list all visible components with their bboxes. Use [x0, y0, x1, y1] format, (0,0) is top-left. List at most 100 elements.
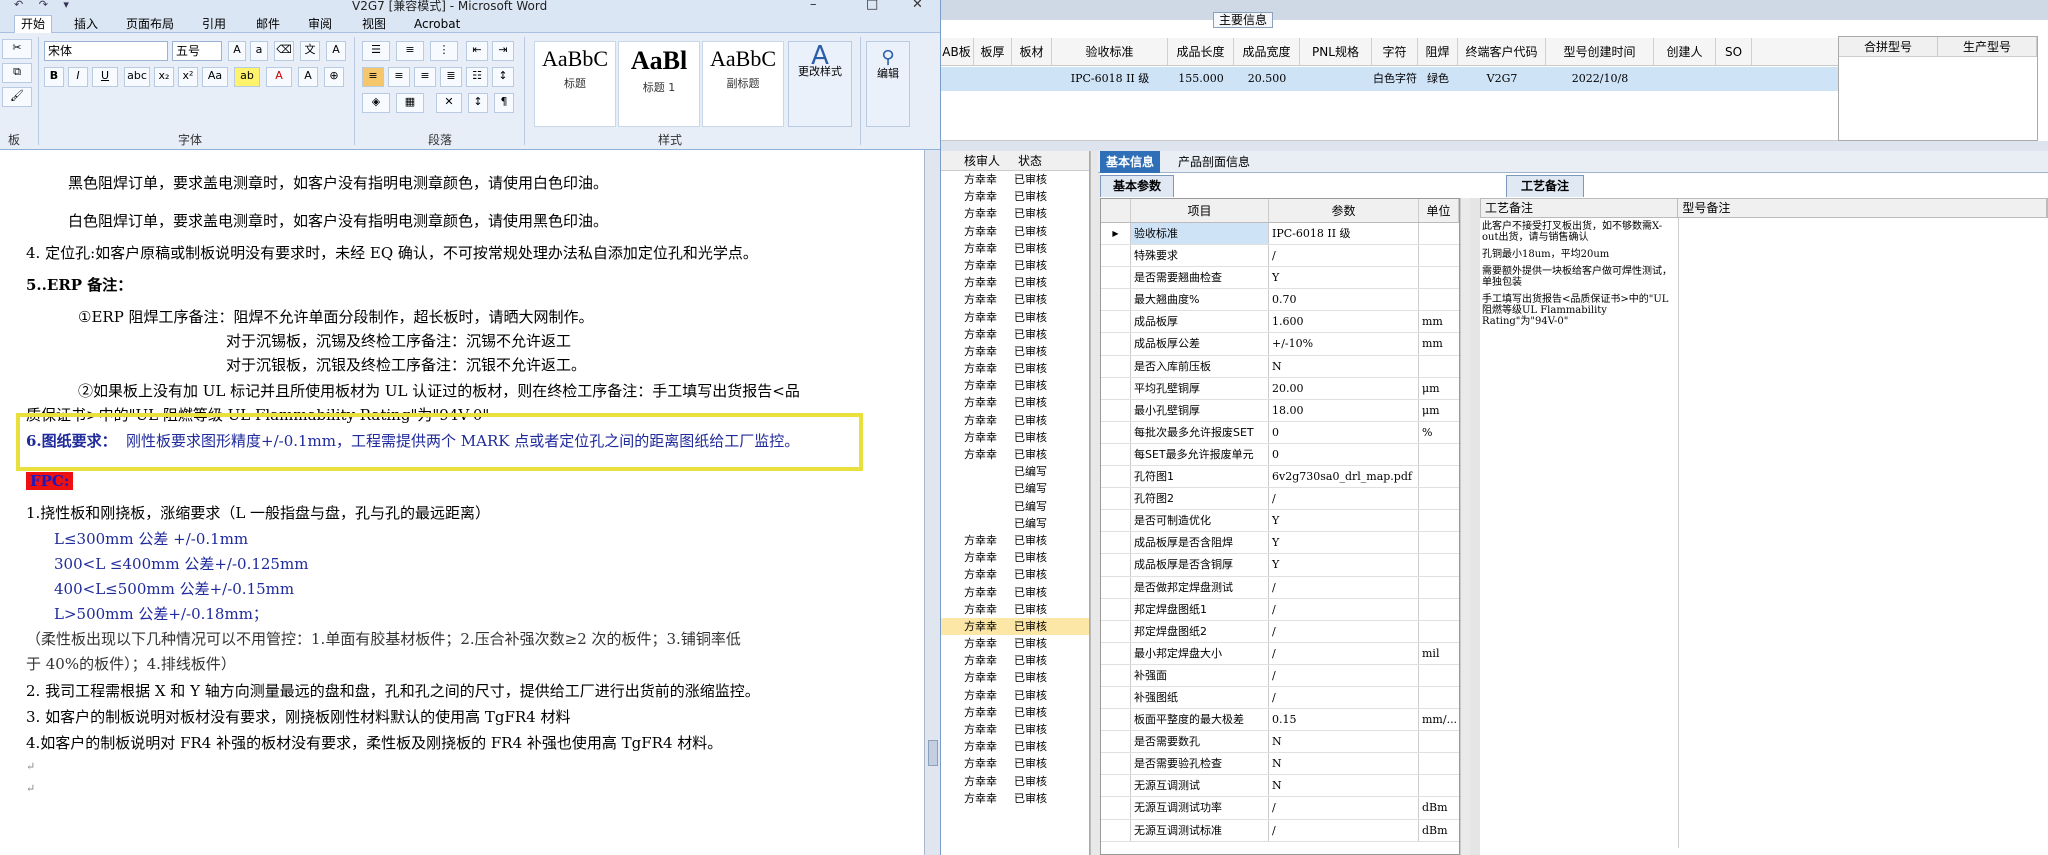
param-value[interactable]: 20.00 — [1269, 377, 1419, 399]
grid-cell[interactable] — [1012, 67, 1052, 91]
param-value[interactable]: 1.600 — [1269, 311, 1419, 333]
list-item[interactable]: 方幸幸 已审核 — [940, 704, 1089, 721]
table-row[interactable]: 是否做邦定焊盘测试 / — [1101, 576, 1459, 599]
param-value[interactable]: / — [1269, 686, 1419, 709]
list-item[interactable]: 方幸幸 已审核 — [940, 360, 1089, 377]
param-value[interactable]: / — [1269, 664, 1419, 686]
param-value[interactable]: N — [1269, 775, 1419, 797]
grid-col-header[interactable]: 字符 — [1372, 38, 1418, 65]
list-item[interactable]: 方幸幸 已审核 — [940, 291, 1089, 308]
list-item[interactable]: 方幸幸 已审核 — [940, 617, 1089, 636]
tab-insert[interactable]: 插入 — [68, 16, 104, 32]
minimize-button[interactable]: – — [810, 0, 817, 12]
list-item[interactable]: 方幸幸 已审核 — [940, 223, 1089, 240]
list-item[interactable]: 方幸幸 已审核 — [940, 721, 1089, 738]
craft-notes-text[interactable]: 此客户不接受打叉板出货，如不够数需X-out出货，请与销售确认 孔铜最小18um… — [1482, 221, 1678, 333]
list-item[interactable]: 方幸幸 已审核 — [940, 274, 1089, 291]
table-row[interactable]: 无源互调测试标准 / dBm — [1101, 819, 1459, 842]
grid-cell[interactable] — [974, 67, 1012, 91]
grid-col-header[interactable]: AB板 — [940, 38, 974, 65]
grid-col-header[interactable]: 阻焊 — [1418, 38, 1458, 65]
table-row[interactable]: 补强面 / — [1101, 664, 1459, 687]
change-case-icon[interactable]: Aa — [202, 67, 228, 87]
tab-product-section[interactable]: 产品剖面信息 — [1172, 151, 1256, 173]
align-left-icon[interactable]: ≡ — [362, 67, 384, 87]
list-item[interactable]: 方幸幸 已审核 — [940, 584, 1089, 601]
table-row[interactable]: 是否需要翘曲检查 Y — [1101, 267, 1459, 290]
tab-review[interactable]: 审阅 — [302, 16, 338, 32]
tab-home[interactable]: 开始 — [14, 15, 53, 34]
grid-cell[interactable]: 20.500 — [1234, 67, 1300, 91]
align-center-icon[interactable]: ≡ — [388, 67, 410, 87]
grid-cell[interactable]: 绿色 — [1418, 67, 1458, 91]
justify-icon[interactable]: ≣ — [440, 67, 462, 87]
grid-cell[interactable]: IPC-6018 II 级 — [1052, 67, 1168, 91]
param-value[interactable]: 0 — [1269, 443, 1419, 466]
param-value[interactable]: / — [1269, 642, 1419, 664]
table-row[interactable]: 成品板厚是否含铜厚 Y — [1101, 554, 1459, 577]
strikethrough-icon[interactable]: abc — [124, 67, 150, 87]
tab-basic-params[interactable]: 基本参数 — [1100, 175, 1175, 197]
table-row[interactable]: 补强图纸 / — [1101, 686, 1459, 710]
shading-icon[interactable]: ◈ — [362, 93, 390, 113]
table-row[interactable]: 每批次最多允许报废SET 0% — [1101, 421, 1459, 444]
char-shading-icon[interactable]: A — [298, 67, 318, 87]
table-row[interactable]: 是否入库前压板 N — [1101, 355, 1459, 378]
change-styles-button[interactable]: A 更改样式 — [788, 41, 852, 127]
table-row[interactable]: 成品板厚是否含阻焊 Y — [1101, 532, 1459, 555]
close-button[interactable]: ✕ — [912, 0, 923, 12]
tab-craft-notes[interactable]: 工艺备注 — [1506, 175, 1585, 197]
param-value[interactable]: / — [1269, 576, 1419, 598]
table-row[interactable]: 最小邦定焊盘大小 / mil — [1101, 642, 1459, 665]
shrink-font-icon[interactable]: a — [250, 41, 268, 61]
list-col-status[interactable]: 状态 — [1000, 151, 1042, 170]
list-item[interactable]: 方幸幸 已审核 — [940, 652, 1089, 669]
show-marks-icon[interactable]: ¶ — [494, 93, 514, 113]
grid-cell[interactable] — [940, 67, 974, 91]
order-grid-row[interactable]: IPC-6018 II 级 155.000 20.500 白色字符 绿色 V2G7 2022… — [940, 67, 1840, 91]
param-value[interactable]: / — [1269, 797, 1419, 819]
table-row[interactable]: 特殊要求 / — [1101, 245, 1459, 268]
list-item[interactable]: 方幸幸 已审核 — [940, 635, 1089, 652]
table-row[interactable]: 邦定焊盘图纸1/ — [1101, 598, 1459, 621]
list-item[interactable]: 方幸幸 已审核 — [940, 446, 1089, 463]
edit-button[interactable]: ⚲ 编辑 — [866, 41, 910, 127]
param-value[interactable]: N — [1269, 753, 1419, 775]
borders-icon[interactable]: ▦ — [396, 93, 424, 113]
copy-icon[interactable]: ⧉ — [2, 63, 32, 83]
param-col-value[interactable]: 参数 — [1269, 199, 1419, 222]
table-row[interactable]: 孔符图1 6v2g730sa0_drl_map.pdf — [1101, 466, 1459, 489]
param-scrollbar[interactable] — [1460, 198, 1470, 855]
grid-cell[interactable] — [1716, 67, 1752, 91]
list-item[interactable]: 方幸幸 已审核 — [940, 171, 1089, 188]
grow-font-icon[interactable]: A — [228, 41, 246, 61]
list-item[interactable]: 方幸幸 已审核 — [940, 738, 1089, 755]
table-row[interactable]: 成品板厚 1.600 mm — [1101, 311, 1459, 334]
list-item[interactable]: 方幸幸 已审核 — [940, 566, 1089, 583]
list-item[interactable]: 方幸幸 已审核 — [940, 309, 1089, 326]
style-heading-1[interactable]: AaBl 标题 1 — [618, 41, 700, 127]
param-value[interactable]: 0.15 — [1269, 709, 1419, 731]
list-item[interactable]: 已编写 — [940, 480, 1089, 497]
list-item[interactable]: 方幸幸 已审核 — [940, 773, 1089, 790]
list-item[interactable]: 方幸幸 已审核 — [940, 669, 1089, 686]
grid-cell[interactable] — [1654, 67, 1716, 91]
param-value[interactable]: 0 — [1269, 421, 1419, 443]
asian-layout-icon[interactable]: ✕ — [436, 93, 462, 113]
param-value[interactable]: 6v2g730sa0_drl_map.pdf — [1269, 466, 1419, 488]
grid-col-header[interactable]: 终端客户代码 — [1458, 38, 1546, 65]
param-value[interactable]: / — [1269, 819, 1419, 841]
grid-col-header[interactable]: SO — [1716, 38, 1752, 65]
increase-indent-icon[interactable]: ⇥ — [492, 41, 514, 61]
bullets-icon[interactable]: ☰ — [362, 41, 390, 61]
table-row[interactable]: 成品板厚公差 +/-10% mm — [1101, 333, 1459, 356]
grid-cell[interactable]: 155.000 — [1168, 67, 1234, 91]
table-row[interactable]: 是否可制造优化 Y — [1101, 510, 1459, 533]
vertical-scrollbar[interactable] — [924, 150, 940, 855]
param-value[interactable]: Y — [1269, 510, 1419, 532]
enclose-char-icon[interactable]: ⊕ — [324, 67, 344, 87]
list-item[interactable]: 已编写 — [940, 498, 1089, 515]
list-item[interactable]: 方幸幸 已审核 — [940, 601, 1089, 618]
param-col-unit[interactable]: 单位 — [1419, 199, 1459, 222]
decrease-indent-icon[interactable]: ⇤ — [466, 41, 488, 61]
